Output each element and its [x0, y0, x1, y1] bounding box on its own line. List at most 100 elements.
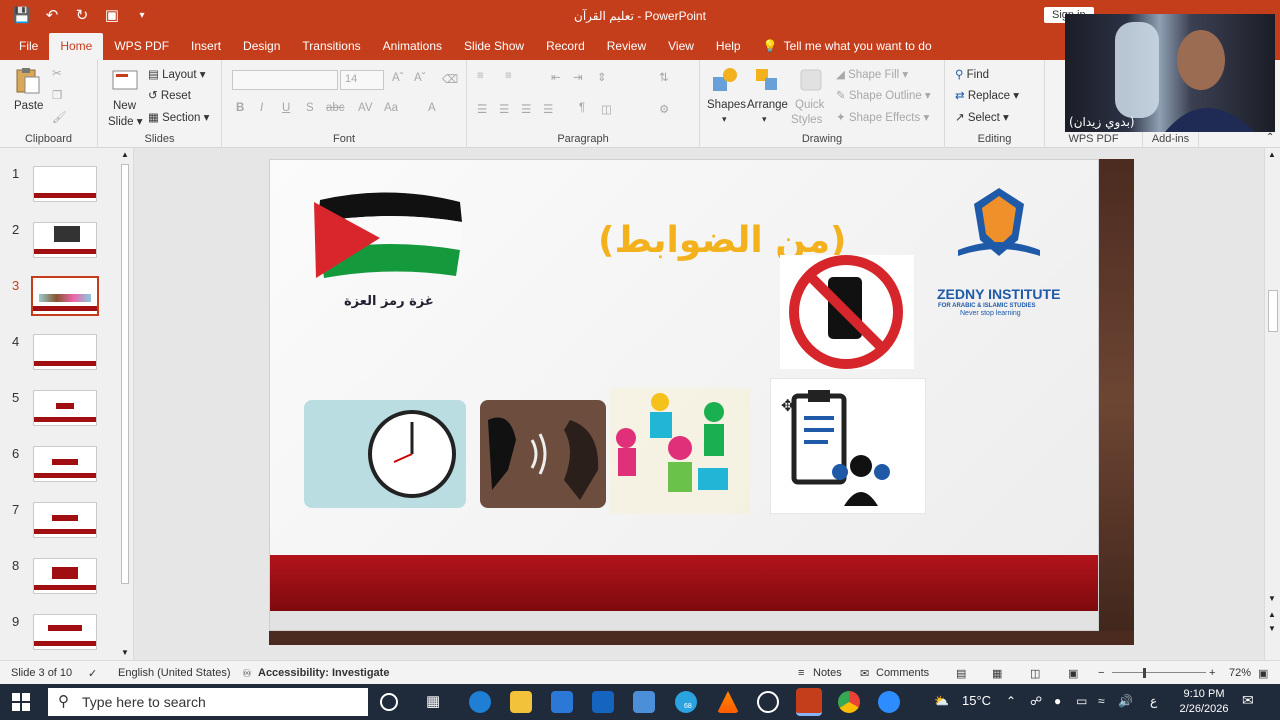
task-view-icon[interactable]: ▦ — [426, 692, 440, 710]
language-status[interactable]: English (United States) — [118, 667, 231, 679]
align-center-icon[interactable]: ☰ — [499, 102, 509, 116]
slide-sorter-icon[interactable]: ▦ — [992, 667, 1002, 680]
cut-icon[interactable]: ✂ — [52, 66, 62, 80]
telegram-icon[interactable]: 68 — [675, 691, 697, 713]
spellcheck-icon[interactable]: ✓ — [88, 667, 97, 680]
tab-insert[interactable]: Insert — [180, 33, 232, 60]
columns-icon[interactable]: ◫ — [601, 102, 612, 116]
slide-thumbnail-8[interactable]: 8 — [0, 558, 118, 614]
edge-icon[interactable] — [469, 691, 491, 713]
slide-thumbnail-7[interactable]: 7 — [0, 502, 118, 558]
battery-icon[interactable]: ▭ — [1076, 694, 1087, 708]
section-button[interactable]: ▦ Section ▾ — [148, 110, 209, 124]
weather-temp[interactable]: 15°C — [962, 693, 991, 708]
reset-button[interactable]: ↺ Reset — [148, 88, 191, 102]
zedny-logo-image[interactable] — [954, 184, 1044, 262]
shape-outline-button[interactable]: ✎ Shape Outline ▾ — [836, 88, 931, 102]
smartart-icon[interactable]: ⚙ — [659, 102, 669, 116]
listening-ear-image[interactable] — [480, 400, 606, 508]
arrange-icon[interactable] — [752, 65, 782, 95]
wifi-icon[interactable]: ≈ — [1098, 694, 1105, 708]
slide-thumbnail-1[interactable]: 1 — [0, 166, 118, 222]
editor-scrollbar[interactable]: ▲ ▼ ▲ ▼ — [1264, 148, 1280, 660]
arrange-dropdown-icon[interactable]: ▾ — [762, 114, 767, 125]
paste-icon[interactable] — [12, 66, 42, 96]
new-slide-icon[interactable] — [110, 66, 140, 96]
grow-font-icon[interactable]: Aˆ — [392, 72, 404, 84]
shape-effects-button[interactable]: ✦ Shape Effects ▾ — [836, 110, 929, 124]
normal-view-icon[interactable]: ▤ — [956, 667, 966, 680]
collapse-ribbon-icon[interactable]: ⌃ — [1266, 132, 1274, 143]
shrink-font-icon[interactable]: Aˇ — [414, 72, 426, 84]
windows-start-icon[interactable] — [12, 693, 30, 711]
strikethrough-icon[interactable]: abc — [326, 102, 345, 114]
underline-icon[interactable]: U — [282, 102, 290, 114]
font-name-field[interactable] — [232, 70, 338, 90]
clock-image[interactable] — [304, 400, 466, 508]
slide-thumbnail-3[interactable]: 3 — [0, 276, 118, 334]
bold-icon[interactable]: B — [236, 102, 244, 114]
slideshow-view-icon[interactable]: ▣ — [1068, 667, 1078, 680]
font-color-icon[interactable]: A — [428, 102, 436, 114]
flag-caption[interactable]: غزة رمز العزة — [344, 294, 434, 309]
notifications-icon[interactable]: ✉ — [1242, 692, 1254, 709]
quick-styles-icon[interactable] — [796, 65, 826, 95]
text-direction-icon[interactable]: ⇅ — [659, 70, 669, 84]
tab-wps-pdf[interactable]: WPS PDF — [103, 33, 180, 60]
tab-home[interactable]: Home — [49, 33, 104, 60]
font-size-field[interactable]: 14 — [340, 70, 384, 90]
thumbnails-scrollbar[interactable]: ▲ ▼ — [118, 148, 132, 660]
zoom-level[interactable]: 72% — [1229, 667, 1251, 679]
zoom-out-icon[interactable]: − — [1098, 667, 1104, 679]
slide-canvas[interactable]: غزة رمز العزة (من الضوابط) ZEDNY INSTITU… — [269, 159, 1099, 631]
format-painter-icon[interactable]: 🖌 — [52, 110, 67, 124]
tell-me-box[interactable]: 💡 Tell me what you want to do — [752, 33, 943, 60]
slide-thumbnail-4[interactable]: 4 — [0, 334, 118, 390]
tab-review[interactable]: Review — [596, 33, 657, 60]
taskbar-clock[interactable]: 9:10 PM 2/26/2026 — [1174, 687, 1234, 717]
accessibility-status[interactable]: Accessibility: Investigate — [258, 667, 389, 679]
replace-button[interactable]: ⇄ Replace ▾ — [955, 88, 1019, 102]
tab-help[interactable]: Help — [705, 33, 752, 60]
increase-indent-icon[interactable]: ⇥ — [573, 70, 583, 84]
new-slide-label-1[interactable]: New — [113, 100, 136, 112]
no-phone-image[interactable] — [780, 255, 914, 369]
shapes-icon[interactable] — [710, 65, 740, 95]
zoom-slider-thumb[interactable] — [1143, 668, 1146, 678]
find-button[interactable]: ⚲ Find — [955, 67, 989, 81]
tab-slide-show[interactable]: Slide Show — [453, 33, 535, 60]
notes-button[interactable]: Notes — [813, 667, 842, 679]
slide-thumbnail-5[interactable]: 5 — [0, 390, 118, 446]
weather-icon[interactable]: ⛅ — [934, 694, 949, 708]
reading-view-icon[interactable]: ◫ — [1030, 667, 1040, 680]
discussion-people-image[interactable] — [610, 388, 750, 514]
bullets-icon[interactable]: ≡ — [477, 70, 484, 82]
volume-icon[interactable]: 🔊 — [1118, 694, 1133, 708]
justify-icon[interactable]: ☰ — [543, 102, 553, 116]
slide-thumbnail-6[interactable]: 6 — [0, 446, 118, 502]
chevron-up-icon[interactable]: ⌃ — [1006, 694, 1016, 708]
italic-icon[interactable]: I — [260, 102, 263, 114]
line-spacing-icon[interactable]: ⇕ — [597, 70, 607, 84]
language-indicator[interactable]: ع — [1150, 694, 1157, 708]
app-icon[interactable] — [633, 691, 655, 713]
vlc-icon[interactable] — [717, 691, 739, 713]
powerpoint-taskbar-icon[interactable] — [796, 688, 822, 716]
fit-to-window-icon[interactable]: ▣ — [1258, 667, 1268, 680]
shape-fill-button[interactable]: ◢ Shape Fill ▾ — [836, 67, 908, 81]
change-case-icon[interactable]: Aa — [384, 102, 398, 114]
tab-file[interactable]: File — [8, 33, 49, 60]
tab-view[interactable]: View — [657, 33, 705, 60]
paste-button[interactable]: Paste — [14, 100, 43, 112]
arrange-button[interactable]: Arrange — [747, 99, 788, 111]
comments-button[interactable]: Comments — [876, 667, 929, 679]
quick-styles-label-2[interactable]: Styles — [791, 114, 822, 126]
shapes-dropdown-icon[interactable]: ▾ — [722, 114, 727, 125]
slide-thumbnail-2[interactable]: 2 — [0, 222, 118, 278]
char-spacing-icon[interactable]: AV — [358, 102, 373, 114]
media-player-icon[interactable] — [757, 691, 779, 713]
network-status-icon[interactable]: ☍ — [1030, 694, 1042, 708]
palestine-flag-image[interactable] — [310, 188, 468, 286]
copy-icon[interactable]: ❐ — [52, 88, 62, 102]
tab-transitions[interactable]: Transitions — [291, 33, 371, 60]
